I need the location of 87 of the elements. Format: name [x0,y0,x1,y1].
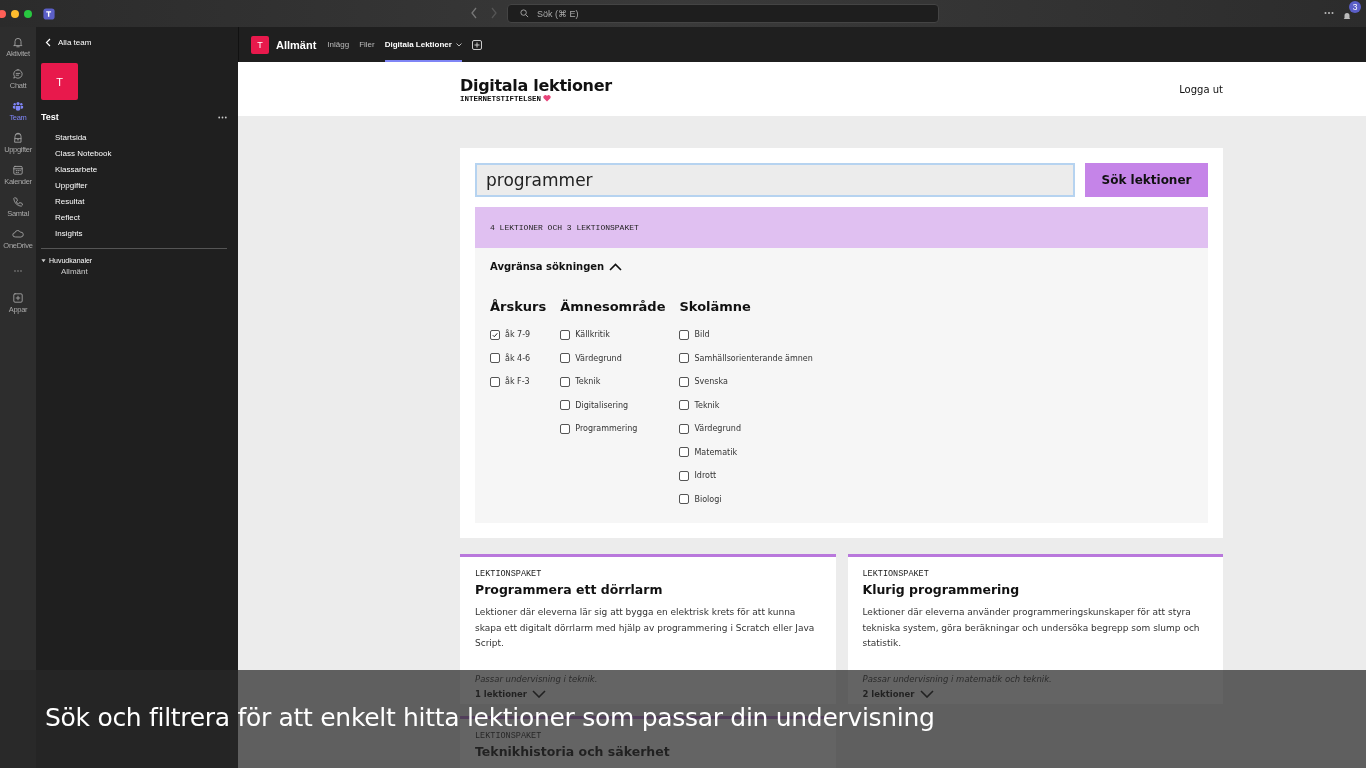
checkbox-label: Digitalisering [575,400,629,410]
more-icon [218,115,227,119]
channel-name: Allmänt [276,38,317,51]
checkmark-icon [491,330,499,339]
filter-heading: Årskurs [490,299,547,315]
checkbox-label: Matematik [694,447,738,457]
checkbox[interactable] [490,353,500,364]
zoom-window-button[interactable] [24,9,32,18]
checkbox[interactable] [490,376,500,387]
sidebar-item[interactable]: Reflect [55,210,227,226]
chat-icon [12,68,24,80]
result-count: 4 LEKTIONER OCH 3 LEKTIONSPAKET [490,223,639,232]
checkbox-label: Teknik [694,400,720,410]
filter-heading: Ämnesområde [560,299,666,315]
filter-toggle[interactable]: Avgränsa sökningen [490,258,623,275]
search-button[interactable]: Sök lektioner [1085,163,1208,197]
checkbox-label: Svenska [694,377,728,387]
card-description: Lektioner där eleverna lär sig att bygga en elektrisk krets för att kunna skapa ett digitalt dörrlarm med hjälp av programmering i Scratch eller Java Script. [475,606,816,650]
checkbox[interactable] [560,400,571,411]
sidebar-item[interactable]: Insights [55,226,227,242]
card-description: Lektioner där eleverna använder programmeringskunskaper för att styra tekniska system, göra beräkningar och undersöka begrepp som slump och statistik. [862,606,1201,650]
chevron-down-icon [455,42,462,47]
chevron-left-icon [45,37,51,47]
back-link[interactable]: Alla team [41,27,227,57]
channel-tab[interactable]: Filer [359,27,375,62]
card-type-label: LEKTIONSPAKET [475,569,543,579]
channel-item[interactable]: Allmänt [41,265,227,279]
checkbox-label: Biologi [694,494,722,504]
team-name: Test [41,112,59,122]
checkbox-label: åk 7-9 [505,330,531,340]
close-window-button[interactable] [0,9,6,18]
checkbox-label: Idrott [694,471,717,481]
notification-badge: 3 [1349,1,1361,13]
card-type-label: LEKTIONSPAKET [475,731,543,741]
checkbox[interactable] [490,329,500,340]
checkbox[interactable] [679,494,690,505]
checkbox[interactable] [679,400,690,411]
checkbox-label: Programmering [575,424,638,434]
add-tab-icon [471,39,482,50]
sidebar-item[interactable]: Klassarbete [55,162,227,178]
card-title: Teknikhistoria och säkerhet [475,744,671,759]
checkbox[interactable] [679,353,690,364]
checkbox[interactable] [679,423,690,434]
team-avatar: T [41,63,78,100]
sidebar-item[interactable]: Class Notebook [55,146,227,162]
search-field[interactable]: Sök (⌘ E) [507,4,939,23]
checkbox[interactable] [679,329,690,340]
bell-icon [12,36,24,48]
search-field[interactable]: programmer [475,163,1075,197]
backpack-icon [12,132,24,144]
more-icon [1324,11,1334,15]
heart-icon [543,95,551,102]
app-logo-icon [42,6,56,21]
checkbox[interactable] [679,376,690,387]
search-icon [520,9,529,18]
calendar-icon [12,164,24,176]
checkbox-label: Värdegrund [694,424,741,434]
filter-heading: Skolämne [679,299,752,315]
checkbox[interactable] [679,447,690,458]
cloud-icon [12,228,24,240]
checkbox[interactable] [560,423,571,434]
checkbox-label: åk F-3 [505,377,530,387]
add-app-icon [12,292,24,304]
sidebar-item[interactable]: Resultat [55,194,227,210]
card-title: Klurig programmering [862,582,1021,597]
checkbox-label: Samhällsorienterande ämnen [694,353,813,363]
checkbox-label: Källkritik [575,330,610,340]
site-title: Digitala lektioner [460,75,612,95]
phone-icon [12,196,24,208]
checkbox[interactable] [679,470,690,481]
checkbox[interactable] [560,353,571,364]
channel-avatar: T [251,35,269,54]
minimize-window-button[interactable] [11,9,19,18]
checkbox[interactable] [560,329,571,340]
card-title: Programmera ett dörrlarm [475,582,664,597]
channel-tab[interactable]: Inlägg [327,27,350,62]
bell-icon [1342,11,1352,21]
checkbox-label: Teknik [575,377,601,387]
people-icon [12,100,24,112]
sidebar-item[interactable]: Uppgifter [55,178,227,194]
checkbox-label: Bild [694,330,710,340]
logout-link[interactable]: Logga ut [1179,83,1223,95]
card-type-label: LEKTIONSPAKET [862,569,930,579]
checkbox[interactable] [560,376,571,387]
checkbox-label: Värdegrund [575,353,622,363]
sidebar-item[interactable]: Startsida [55,130,227,146]
checkbox-label: åk 4-6 [505,353,531,363]
